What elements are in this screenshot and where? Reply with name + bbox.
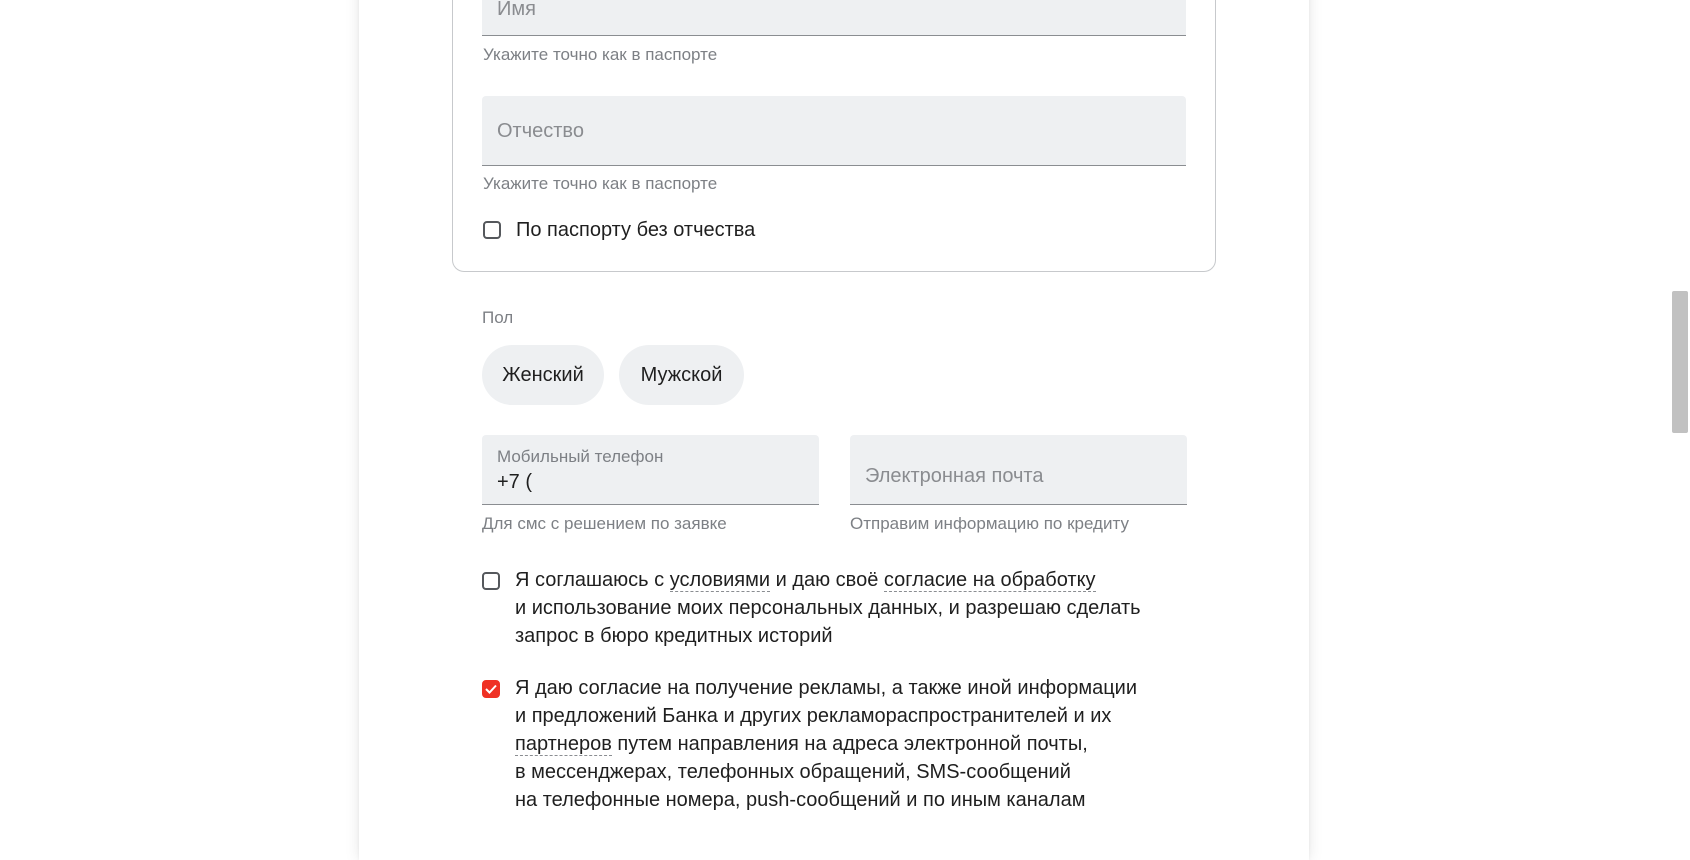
first-name-hint: Укажите точно как в паспорте — [483, 45, 718, 64]
consent-ads-line3: путем направления на адреса электронной … — [611, 733, 1088, 755]
gender-female-button[interactable]: Женский — [482, 345, 604, 405]
partners-link[interactable]: партнеров — [515, 733, 612, 756]
consent-terms-text: Я соглашаюсь с условиями и даю своё согл… — [515, 566, 1155, 650]
phone-hint: Для смс с решением по заявке — [482, 514, 727, 533]
terms-link[interactable]: условиями — [669, 569, 771, 592]
consent-terms-line3: запрос в бюро кредитных историй — [515, 625, 833, 647]
first-name-input[interactable]: Имя — [482, 0, 1186, 36]
consent-ads-line5: на телефонные номера, push-сообщений и п… — [515, 789, 1086, 811]
gender-label: Пол — [482, 308, 514, 327]
first-name-placeholder: Имя — [497, 0, 536, 20]
consent-ads-text: Я даю согласие на получение рекламы, а т… — [515, 674, 1155, 814]
phone-label: Мобильный телефон — [497, 447, 664, 466]
personal-data-consent-link[interactable]: согласие на обработку — [883, 569, 1096, 592]
no-patronymic-label[interactable]: По паспорту без отчества — [516, 219, 755, 242]
no-patronymic-checkbox[interactable] — [483, 221, 501, 239]
phone-input[interactable]: Мобильный телефон +7 ( — [482, 435, 819, 505]
phone-value: +7 ( — [497, 471, 533, 493]
patronymic-input[interactable]: Отчество — [482, 96, 1186, 166]
email-input[interactable]: Электронная почта — [850, 435, 1187, 505]
patronymic-placeholder: Отчество — [497, 120, 584, 142]
patronymic-hint: Укажите точно как в паспорте — [483, 174, 718, 193]
page-scrollbar-thumb[interactable] — [1672, 291, 1688, 433]
consent-terms-part2: и даю своё — [770, 569, 884, 591]
consent-ads-checkbox[interactable] — [482, 680, 500, 698]
consent-terms-line2: и использование моих персональных данных… — [515, 597, 1141, 619]
consent-terms-checkbox[interactable] — [482, 572, 500, 590]
gender-male-button[interactable]: Мужской — [619, 345, 744, 405]
email-placeholder: Электронная почта — [865, 465, 1044, 487]
email-hint: Отправим информацию по кредиту — [850, 514, 1129, 533]
checkmark-icon — [485, 684, 497, 694]
consent-ads-line4: в мессенджерах, телефонных обращений, SM… — [515, 761, 1071, 783]
consent-terms-part1: Я соглашаюсь с — [515, 569, 670, 591]
consent-ads-line2: и предложений Банка и других рекламорасп… — [515, 705, 1112, 727]
consent-ads-line1: Я даю согласие на получение рекламы, а т… — [515, 677, 1138, 699]
